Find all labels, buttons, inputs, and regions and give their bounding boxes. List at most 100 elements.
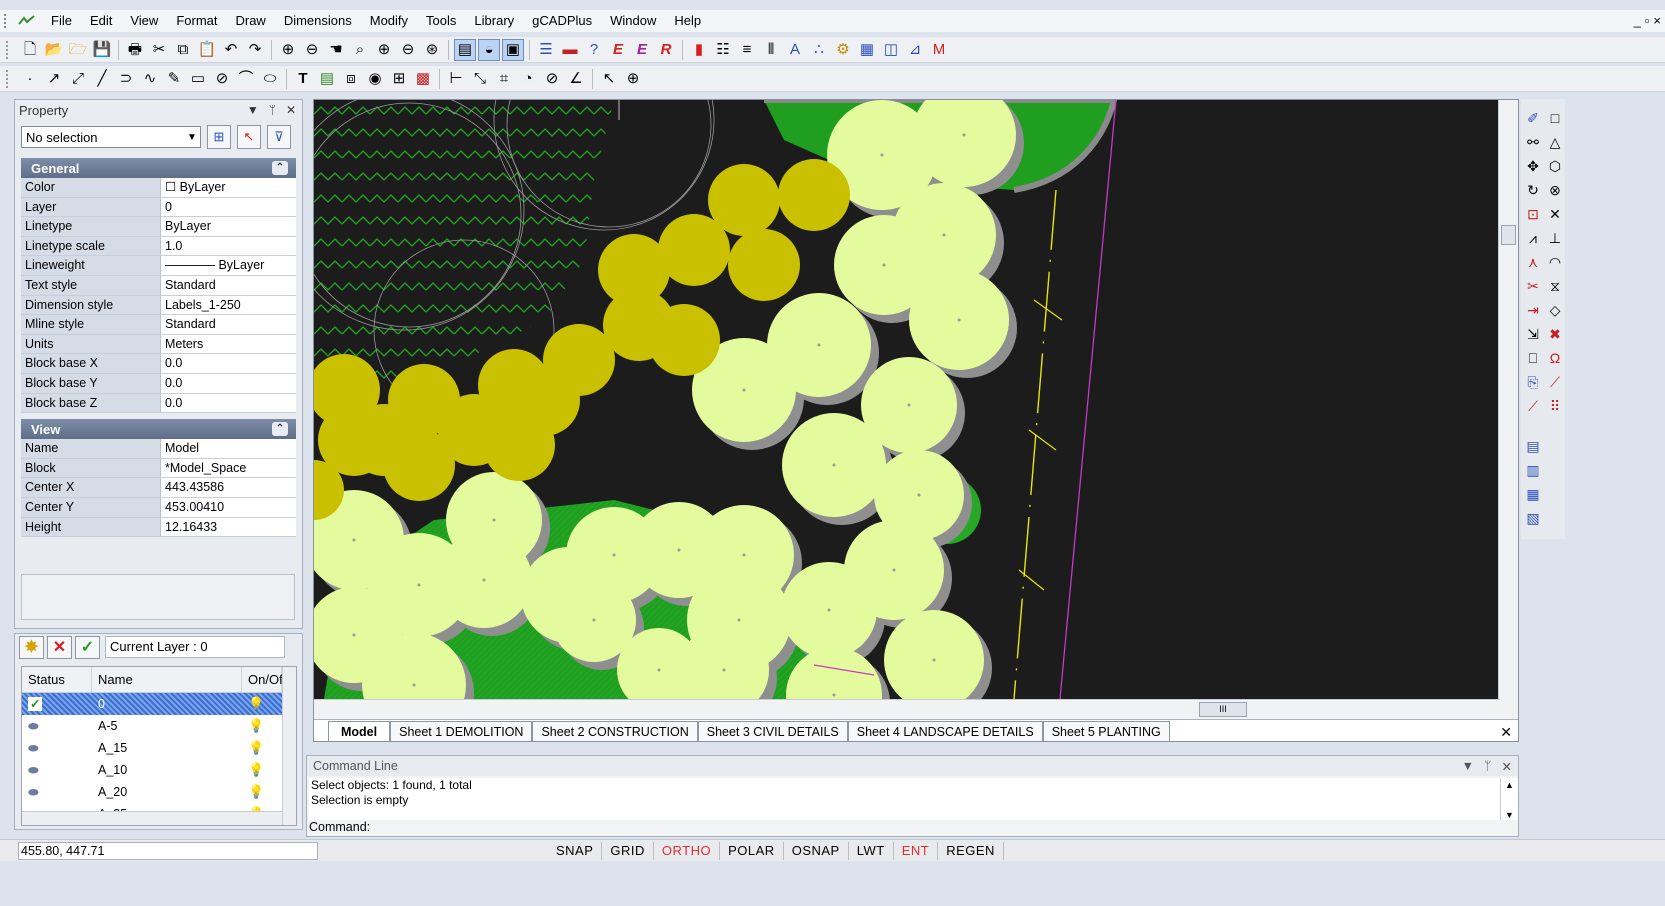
prop-row[interactable]: Linetype scale 1.0	[21, 236, 296, 257]
move-icon[interactable]: ✥	[1523, 155, 1543, 177]
rectangle-icon[interactable]: ▭	[187, 68, 209, 90]
open-file-icon[interactable]: 📂	[43, 39, 65, 61]
menu-grip[interactable]	[4, 14, 14, 28]
save-icon[interactable]: 💾	[91, 39, 113, 61]
prop-value[interactable]: 0.0	[161, 373, 296, 393]
prop-row[interactable]: Mline style Standard	[21, 315, 296, 335]
ortho-toggle[interactable]: ORTHO	[654, 841, 721, 860]
xline-icon[interactable]: ⤢	[67, 68, 89, 90]
column-name[interactable]: Name	[92, 667, 242, 692]
insert-block-icon[interactable]: ▦	[856, 39, 878, 61]
select-window-icon[interactable]: □	[1545, 107, 1565, 129]
hatch-icon[interactable]: ▩	[412, 68, 434, 90]
columns-icon[interactable]: ⦀	[760, 39, 782, 61]
linetype-icon[interactable]: ☰	[535, 39, 557, 61]
menu-dimensions[interactable]: Dimensions	[275, 10, 361, 32]
arc-icon[interactable]: ⌒	[235, 68, 257, 90]
menu-edit[interactable]: Edit	[81, 10, 121, 32]
dimension-angle-icon[interactable]: ∠	[565, 68, 587, 90]
cad-viewport[interactable]	[314, 100, 1500, 699]
toolbar-grip[interactable]	[6, 40, 14, 59]
magnet-icon[interactable]: Ω	[1545, 347, 1565, 369]
mirror-icon[interactable]: ⩘	[1523, 227, 1543, 249]
prop-row[interactable]: Lineweight ———— ByLayer	[21, 256, 296, 276]
help-icon[interactable]: ?	[583, 39, 605, 61]
prop-row[interactable]: Name Model	[21, 439, 296, 459]
freehand-icon[interactable]: ✎	[163, 68, 185, 90]
menu-file[interactable]: File	[42, 10, 81, 32]
none-snap-icon[interactable]: ✖	[1545, 323, 1565, 345]
properties-toggle-icon[interactable]: ▤	[454, 38, 476, 61]
zoom-extents-icon[interactable]: ⊖	[397, 39, 419, 61]
close-icon[interactable]: ✕	[286, 103, 296, 117]
prop-row[interactable]: Linetype ByLayer	[21, 217, 296, 237]
array-icon[interactable]: ⎘	[1523, 371, 1543, 393]
minimize-button[interactable]: _	[1634, 10, 1641, 32]
menu-view[interactable]: View	[121, 10, 167, 32]
scale-icon[interactable]: ⊡	[1523, 203, 1543, 225]
prop-row[interactable]: Block *Model_Space	[21, 458, 296, 479]
panel-menu-icon[interactable]: ▼	[1462, 759, 1474, 774]
prop-row[interactable]: Text style Standard	[21, 275, 296, 296]
dimension-diameter-icon[interactable]: ⊘	[541, 68, 563, 90]
regen-toggle[interactable]: REGEN	[938, 841, 1004, 860]
tangent-icon[interactable]: ◠	[1545, 251, 1565, 273]
leader-icon[interactable]: ↖	[598, 68, 620, 90]
prop-row[interactable]: Height 12.16433	[21, 517, 296, 538]
design-center-icon[interactable]: ⚙	[832, 39, 854, 61]
menu-help[interactable]: Help	[665, 10, 710, 32]
layer-row[interactable]: ⬬ A_15 💡	[22, 737, 296, 759]
prop-value[interactable]: Labels_1-250	[161, 295, 296, 315]
selection-dropdown[interactable]: No selection ▼	[21, 126, 201, 148]
history-scrollbar[interactable]: ▲ ▼	[1500, 778, 1518, 820]
block-icon[interactable]: ⧈	[340, 68, 362, 90]
mtext-icon[interactable]: M	[928, 39, 950, 61]
tab-sheet-4[interactable]: Sheet 4 LANDSCAPE DETAILS	[847, 721, 1043, 741]
prop-value[interactable]: 0	[161, 197, 296, 217]
spline-icon[interactable]: ∿	[139, 68, 161, 90]
text-icon[interactable]: T	[292, 68, 314, 90]
fillet-icon[interactable]: ⟋	[1523, 395, 1543, 417]
prop-value[interactable]: ByLayer	[161, 217, 296, 236]
perpendicular-icon[interactable]: ⊥	[1545, 227, 1565, 249]
menu-format[interactable]: Format	[167, 10, 226, 32]
prop-row[interactable]: Center X 443.43586	[21, 478, 296, 498]
new-file-icon[interactable]: 🗋	[19, 39, 41, 61]
layers-toggle-icon[interactable]: ◒	[478, 38, 500, 61]
menu-draw[interactable]: Draw	[226, 10, 274, 32]
text-style-icon[interactable]: A	[784, 39, 806, 61]
below-object-icon[interactable]: ▧	[1523, 507, 1543, 529]
zoom-realtime-icon[interactable]: ⌕	[349, 39, 371, 61]
collapse-icon[interactable]: ⌃	[272, 422, 288, 437]
polygon-icon[interactable]: ⬡	[1545, 155, 1565, 177]
edit-text-e-icon[interactable]: E	[607, 39, 629, 61]
prop-value[interactable]: 443.43586	[161, 478, 296, 497]
table-icon[interactable]: ⊞	[388, 68, 410, 90]
grid-toggle[interactable]: GRID	[602, 841, 654, 860]
general-section-header[interactable]: General ⌃	[21, 158, 296, 178]
layer-horizontal-scrollbar[interactable]	[22, 811, 282, 825]
select-objects-icon[interactable]: ↖	[237, 125, 261, 149]
undo-icon[interactable]: ↶	[220, 39, 242, 61]
polar-toggle[interactable]: POLAR	[720, 841, 784, 860]
extend-icon[interactable]: ⇥	[1523, 299, 1543, 321]
tab-sheet-1[interactable]: Sheet 1 DEMOLITION	[390, 721, 533, 741]
close-window-button[interactable]: ×	[1653, 10, 1661, 32]
scroll-thumb[interactable]: III	[1199, 702, 1247, 717]
point-style-icon[interactable]: ∴	[808, 39, 830, 61]
offset-icon[interactable]: ⎕	[1523, 347, 1543, 369]
prop-row[interactable]: Center Y 453.00410	[21, 497, 296, 518]
prop-value[interactable]: 0.0	[161, 354, 296, 373]
prop-value[interactable]: *Model_Space	[161, 458, 296, 478]
lightbulb-icon[interactable]: 💡	[242, 715, 282, 737]
region-icon[interactable]: ◉	[364, 68, 386, 90]
layer-row[interactable]: ⬬ A-5 💡	[22, 715, 296, 737]
above-object-icon[interactable]: ▦	[1523, 483, 1543, 505]
layout-icon[interactable]: ◫	[880, 39, 902, 61]
tab-sheet-3[interactable]: Sheet 3 CIVIL DETAILS	[697, 721, 848, 741]
bring-front-icon[interactable]: ▤	[1523, 435, 1543, 457]
mtext-box-icon[interactable]: ▤	[316, 68, 338, 90]
prop-row[interactable]: Dimension style Labels_1-250	[21, 295, 296, 316]
line-icon[interactable]: ╱	[91, 68, 113, 90]
point-icon[interactable]: ·	[19, 68, 41, 90]
